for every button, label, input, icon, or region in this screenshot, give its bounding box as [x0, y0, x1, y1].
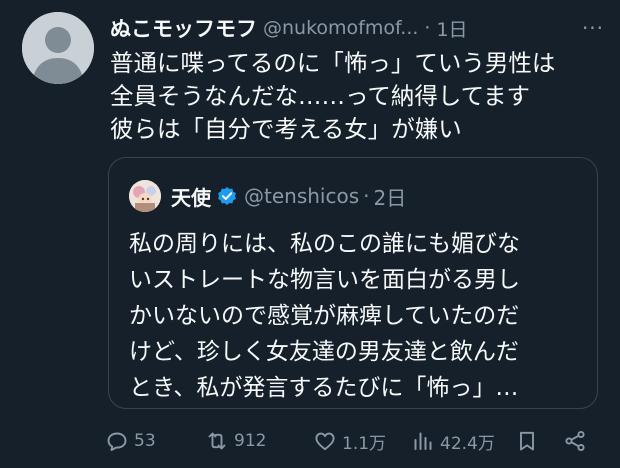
reply-button[interactable]: 53: [105, 424, 156, 458]
author-handle[interactable]: @nukomofmof...: [263, 17, 418, 39]
quoted-author-handle[interactable]: @tenshicos: [244, 184, 359, 208]
like-count: 1.1万: [342, 433, 387, 454]
tweet-text-line: 全員そうなんだな……って納得してます: [110, 82, 530, 110]
quoted-tweet-header: 天使 @tenshicos · 2日: [129, 178, 406, 214]
bookmark-button[interactable]: [515, 424, 539, 458]
tweet-header: ぬこモッフモフ @nukomofmof... · 1日 ···: [110, 12, 608, 44]
repost-icon: [208, 432, 226, 450]
bookmark-icon: [520, 431, 534, 451]
repost-count: 912: [234, 431, 267, 451]
quoted-author-avatar: [129, 180, 161, 212]
header-separator: ·: [424, 17, 431, 39]
views-icon: [414, 432, 432, 450]
verified-badge-icon: [216, 185, 238, 207]
quoted-header-separator: ·: [363, 184, 370, 208]
tweet-text-line: 彼らは「自分で考える女」が嫌い: [110, 115, 462, 143]
quoted-text-line: 私の周りには、私のこの誰にも媚びな: [129, 231, 520, 257]
tweet-text: 普通に喋ってるのに「怖っ」ていう男性は 全員そうなんだな……って納得してます 彼…: [110, 47, 610, 146]
quoted-text-line: けど、珍しく女友達の男友達と飲んだ: [129, 339, 519, 365]
share-button[interactable]: [563, 424, 587, 458]
quoted-avatar-icon: [129, 180, 161, 212]
heart-icon: [315, 432, 335, 451]
repost-button[interactable]: 912: [205, 424, 266, 458]
tweet-timestamp[interactable]: 1日: [436, 15, 467, 42]
quoted-text-line: とき、私が発言するたびに「怖っ」…: [129, 375, 519, 401]
author-avatar[interactable]: [22, 12, 94, 84]
quoted-tweet-timestamp[interactable]: 2日: [374, 182, 407, 211]
reply-count: 53: [134, 431, 156, 451]
quoted-tweet-text: 私の周りには、私のこの誰にも媚びな いストレートな物言いを面白がる男し かいない…: [129, 226, 589, 406]
more-options-icon[interactable]: ···: [578, 12, 608, 44]
views-count: 42.4万: [440, 433, 495, 454]
tweet-text-line: 普通に喋ってるのに「怖っ」ていう男性は: [110, 49, 556, 77]
like-button[interactable]: 1.1万: [313, 424, 386, 458]
tweet-action-bar: 53 912 1.1万 42.4万: [105, 424, 610, 458]
reply-icon: [107, 432, 127, 451]
quoted-author-name[interactable]: 天使: [171, 182, 211, 211]
quoted-text-line: いストレートな物言いを面白がる男し: [129, 267, 520, 293]
default-avatar-icon: [22, 12, 94, 84]
quoted-text-line: かいないので感覚が麻痺していたのだ: [129, 303, 520, 329]
author-name[interactable]: ぬこモッフモフ: [110, 13, 257, 43]
views-button[interactable]: 42.4万: [411, 424, 495, 458]
quoted-tweet-card[interactable]: 天使 @tenshicos · 2日 私の周りには、私のこの誰にも媚びな いスト…: [108, 157, 598, 409]
share-icon: [565, 430, 585, 452]
